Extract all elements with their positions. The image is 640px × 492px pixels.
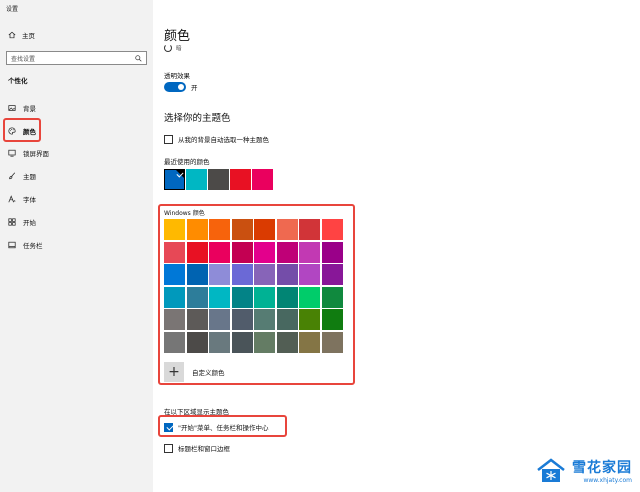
taskbar-icon [8, 241, 16, 249]
recent-color-swatch[interactable] [230, 169, 251, 190]
search-icon [135, 54, 142, 62]
sidebar-item-label: 锁屏界面 [23, 150, 49, 158]
sidebar: 设置 主页 查找设置 个性化 背景 颜色 锁屏界面 主题 a 字体 开始 任务栏 [0, 0, 153, 492]
recent-color-swatch[interactable] [164, 169, 185, 190]
lockscreen-icon [8, 149, 16, 157]
sidebar-item-background[interactable]: 背景 [4, 101, 149, 115]
transparency-state: 开 [191, 84, 198, 92]
titlebar-row: 标题栏和窗口边框 [164, 443, 230, 453]
sidebar-item-label: 开始 [23, 219, 36, 227]
recent-color-swatch[interactable] [208, 169, 229, 190]
transparency-label: 透明效果 [164, 72, 190, 80]
home-label: 主页 [22, 32, 35, 40]
choose-accent-heading: 选择你的主题色 [164, 113, 231, 124]
highlight-colors-nav [3, 118, 41, 142]
image-icon [8, 105, 16, 111]
app-title: 设置 [6, 6, 19, 13]
spinner-icon [164, 44, 172, 52]
search-placeholder: 查找设置 [11, 55, 36, 63]
watermark: 雪花家园 www.xhjaty.com [534, 456, 632, 484]
page-title: 颜色 [164, 29, 191, 44]
watermark-url: www.xhjaty.com [583, 476, 632, 484]
sidebar-item-home[interactable]: 主页 [8, 30, 35, 40]
sidebar-item-themes[interactable]: 主题 [4, 169, 149, 183]
transparency-toggle-row: 开 [164, 82, 198, 92]
brush-icon [9, 172, 16, 180]
sidebar-item-label: 字体 [23, 196, 36, 204]
auto-pick-label: 从我的背景自动选取一种主题色 [178, 136, 269, 144]
sidebar-item-start[interactable]: 开始 [4, 215, 149, 229]
recent-color-swatch[interactable] [252, 169, 273, 190]
home-icon [8, 31, 16, 39]
auto-pick-checkbox[interactable] [164, 134, 173, 144]
highlight-start-taskbar [158, 415, 287, 437]
titlebar-checkbox[interactable] [164, 443, 173, 453]
sidebar-item-label: 背景 [23, 105, 36, 113]
font-icon: a [8, 195, 15, 203]
recent-color-swatch[interactable] [186, 169, 207, 190]
sidebar-item-taskbar[interactable]: 任务栏 [4, 238, 149, 252]
snowflake-logo-icon [537, 458, 565, 482]
watermark-name: 雪花家园 [572, 459, 632, 476]
loading-text: 暗 [176, 46, 182, 52]
sidebar-item-lockscreen[interactable]: 锁屏界面 [4, 146, 149, 160]
auto-pick-row: 从我的背景自动选取一种主题色 [164, 134, 269, 144]
recent-colors-label: 最近使用的颜色 [164, 158, 210, 166]
transparency-toggle[interactable] [164, 82, 186, 92]
highlight-windows-colors [158, 204, 355, 385]
search-input[interactable]: 查找设置 [6, 51, 147, 65]
loading-indicator: 暗 [164, 44, 182, 52]
titlebar-label: 标题栏和窗口边框 [178, 445, 230, 453]
recent-colors [164, 169, 274, 190]
svg-text:a: a [13, 199, 15, 203]
sidebar-item-fonts[interactable]: a 字体 [4, 192, 149, 206]
start-icon [8, 218, 16, 226]
section-label: 个性化 [8, 77, 28, 85]
sidebar-item-label: 主题 [23, 173, 36, 181]
sidebar-item-label: 任务栏 [23, 242, 43, 250]
